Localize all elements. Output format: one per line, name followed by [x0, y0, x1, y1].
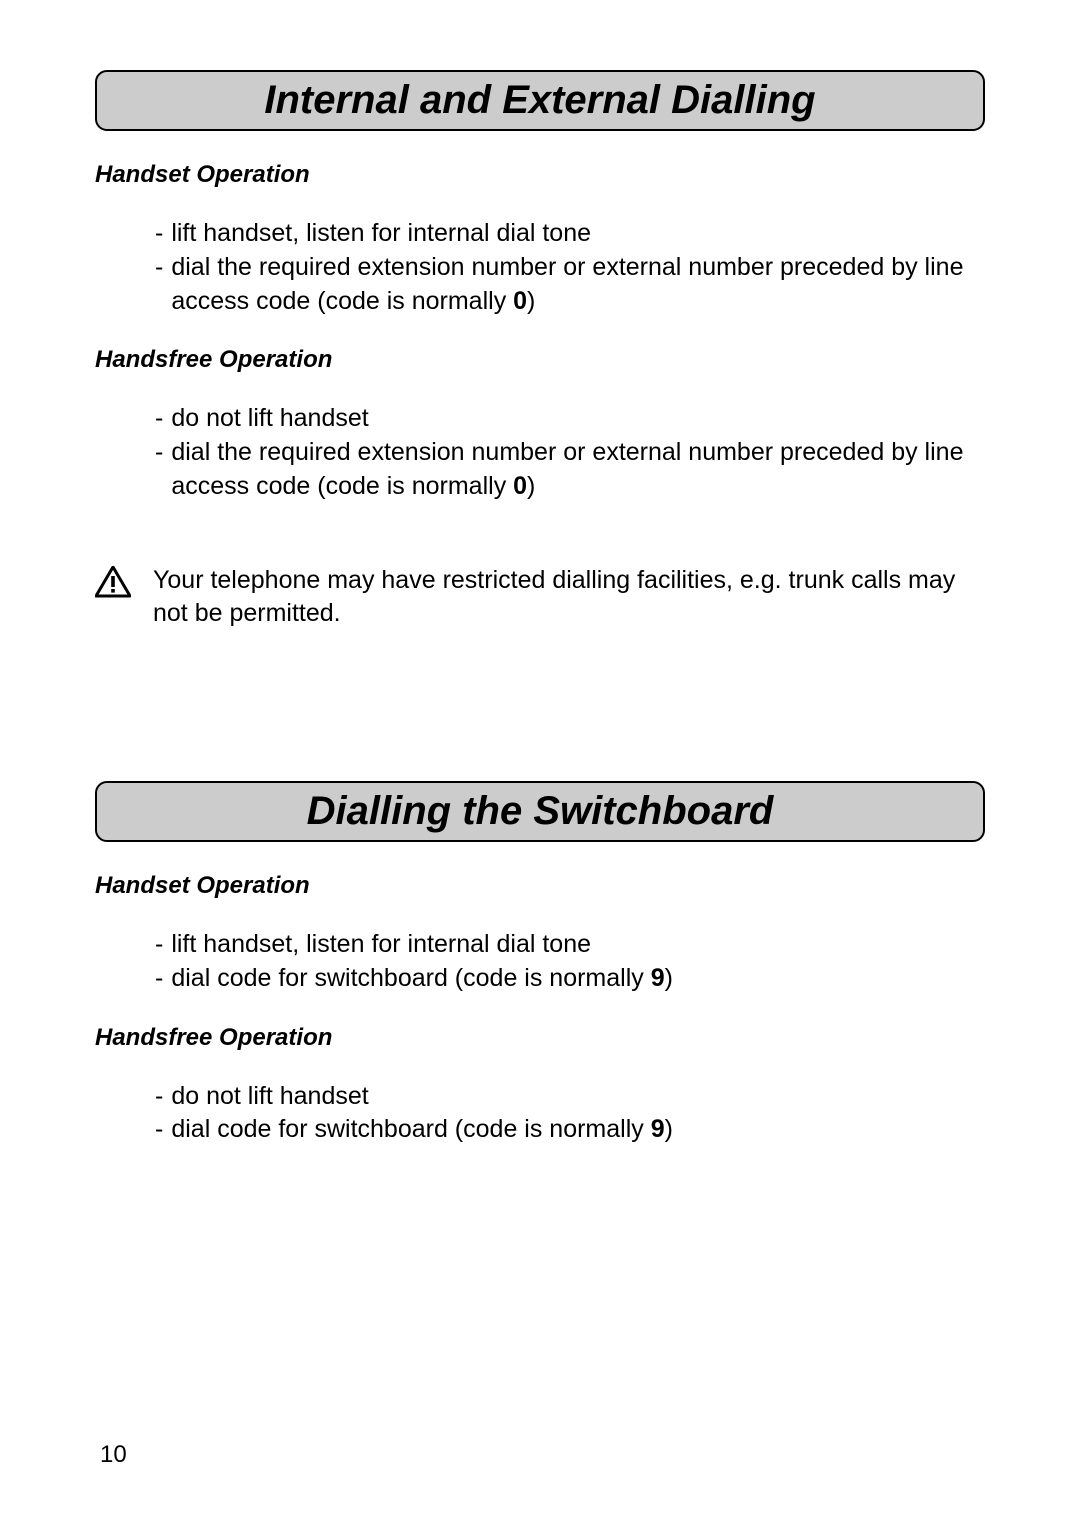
- bullet-list: - do not lift handset - dial code for sw…: [155, 1080, 985, 1148]
- text-before: dial the required extension number or ex…: [171, 438, 963, 500]
- page-number: 10: [100, 1441, 127, 1469]
- bullet-text: lift handset, listen for internal dial t…: [171, 928, 985, 962]
- bullet-dash: -: [155, 928, 163, 962]
- subsection-heading: Handset Operation: [95, 872, 985, 900]
- bullet-dash: -: [155, 436, 163, 504]
- warning-icon: [95, 566, 131, 598]
- bold-code: 9: [651, 964, 665, 992]
- bullet-dash: -: [155, 1113, 163, 1147]
- bullet-item: - dial the required extension number or …: [155, 251, 985, 319]
- text-after: ): [527, 287, 535, 315]
- text-after: ): [527, 472, 535, 500]
- bullet-text: dial the required extension number or ex…: [171, 436, 985, 504]
- bullet-list: - lift handset, listen for internal dial…: [155, 217, 985, 318]
- bullet-item: - dial the required extension number or …: [155, 436, 985, 504]
- bullet-dash: -: [155, 962, 163, 996]
- bullet-item: - dial code for switchboard (code is nor…: [155, 1113, 985, 1147]
- bullet-text: dial code for switchboard (code is norma…: [171, 962, 985, 996]
- bullet-text: dial the required extension number or ex…: [171, 251, 985, 319]
- text-before: dial code for switchboard (code is norma…: [171, 1115, 650, 1143]
- text-after: ): [665, 1115, 673, 1143]
- bullet-dash: -: [155, 402, 163, 436]
- bullet-list: - do not lift handset - dial the require…: [155, 402, 985, 503]
- text-before: dial code for switchboard (code is norma…: [171, 964, 650, 992]
- bullet-text: do not lift handset: [171, 1080, 985, 1114]
- bold-code: 0: [513, 287, 527, 315]
- bullet-item: - lift handset, listen for internal dial…: [155, 217, 985, 251]
- bullet-text: dial code for switchboard (code is norma…: [171, 1113, 985, 1147]
- warning-text: Your telephone may have restricted diall…: [153, 564, 985, 632]
- text-after: ): [665, 964, 673, 992]
- subsection-heading: Handsfree Operation: [95, 346, 985, 374]
- subsection-heading: Handset Operation: [95, 161, 985, 189]
- bold-code: 9: [651, 1115, 665, 1143]
- bold-code: 0: [513, 472, 527, 500]
- bullet-dash: -: [155, 1080, 163, 1114]
- bullet-list: - lift handset, listen for internal dial…: [155, 928, 985, 996]
- bullet-text: lift handset, listen for internal dial t…: [171, 217, 985, 251]
- bullet-item: - lift handset, listen for internal dial…: [155, 928, 985, 962]
- bullet-dash: -: [155, 251, 163, 319]
- bullet-text: do not lift handset: [171, 402, 985, 436]
- section-title-1: Internal and External Dialling: [95, 70, 985, 131]
- bullet-item: - do not lift handset: [155, 402, 985, 436]
- text-before: dial the required extension number or ex…: [171, 253, 963, 315]
- subsection-heading: Handsfree Operation: [95, 1024, 985, 1052]
- warning-row: Your telephone may have restricted diall…: [95, 564, 985, 632]
- section-title-2: Dialling the Switchboard: [95, 781, 985, 842]
- bullet-dash: -: [155, 217, 163, 251]
- bullet-item: - dial code for switchboard (code is nor…: [155, 962, 985, 996]
- bullet-item: - do not lift handset: [155, 1080, 985, 1114]
